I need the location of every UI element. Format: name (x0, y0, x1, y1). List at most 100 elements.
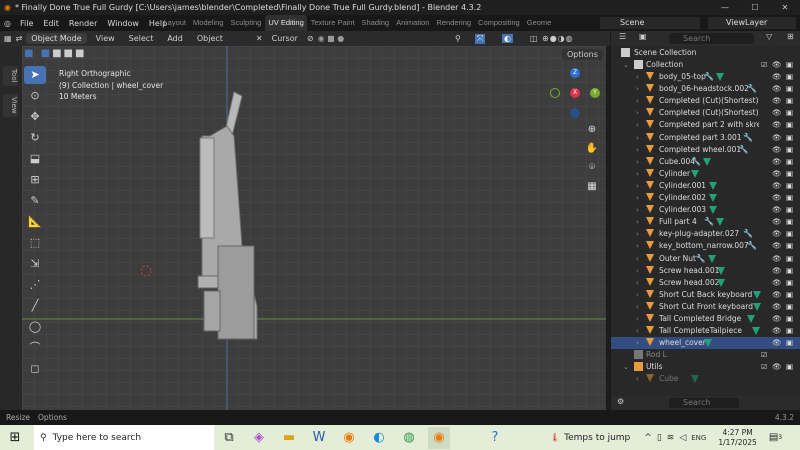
task-view-icon[interactable]: ⧉ (218, 427, 240, 449)
modifier-wrench-icon[interactable]: 🔧 (696, 253, 706, 265)
outliner-collection-rod-l[interactable]: Rod L ☑ (611, 349, 800, 361)
outliner-item[interactable]: › Completed (Cut)(Shortest) Bott 👁 ▣ (611, 95, 800, 107)
outliner-item[interactable]: › Completed (Cut)(Shortest) Bott 👁 ▣ (611, 107, 800, 119)
properties-editor-icon[interactable]: ⚙ (617, 397, 624, 406)
mesh-data-icon[interactable] (708, 194, 717, 202)
menu-object[interactable]: Object (192, 34, 228, 43)
filter-icon[interactable]: ▽ (766, 32, 772, 41)
mesh-data-icon[interactable] (717, 266, 726, 275)
rotate-tool-icon[interactable]: ↻ (24, 129, 46, 147)
modifier-wrench-icon[interactable]: 🔧 (747, 240, 757, 252)
outliner-collection-utils[interactable]: ⌄ Utils ☑ 👁 ▣ (611, 361, 800, 373)
grid-icon[interactable]: ▦ (584, 177, 600, 196)
render-camera-icon[interactable]: ▣ (786, 168, 793, 180)
sidebar-tab-view[interactable]: View (3, 94, 18, 117)
edge-icon[interactable]: ◐ (368, 427, 390, 449)
tab-rendering[interactable]: Rendering (433, 15, 475, 31)
render-camera-icon[interactable]: ▣ (786, 192, 793, 204)
view-layer-selector[interactable]: ViewLayer (708, 17, 796, 29)
editor-type-icon[interactable]: ▦ (4, 34, 12, 43)
transform-icon[interactable]: ⇄ (16, 34, 23, 43)
render-camera-icon[interactable]: ▣ (786, 119, 793, 131)
render-camera-icon[interactable]: ▣ (786, 361, 793, 373)
render-camera-icon[interactable]: ▣ (786, 107, 793, 119)
outliner-item[interactable]: › Cube.004 🔧 👁 ▣ (611, 156, 800, 168)
tab-shading[interactable]: Shading (358, 15, 393, 31)
visibility-eye-icon[interactable]: 👁 (772, 192, 782, 204)
tray-icons[interactable]: ^▯≋◁ (644, 433, 691, 443)
minimize-button[interactable]: — (710, 0, 740, 15)
display-mode-icon[interactable]: ▣ (639, 32, 647, 41)
render-camera-icon[interactable]: ▣ (786, 95, 793, 107)
add-cube-tool-icon[interactable]: ⬚ (24, 234, 46, 252)
proportional-icon[interactable]: ◉ ■ ● (318, 34, 345, 43)
outliner-item[interactable]: › Screw head.002 👁 ▣ (611, 277, 800, 289)
mesh-data-icon[interactable] (707, 254, 716, 263)
chevron-right-icon[interactable]: › (636, 216, 639, 228)
chevron-right-icon[interactable]: › (636, 95, 639, 107)
outliner-item[interactable]: › Short Cut Front keyboard 👁 ▣ (611, 301, 800, 313)
selection-mode-icons[interactable]: ■ ■■■■ (24, 48, 86, 59)
curve-tool-icon[interactable]: ⌒ (24, 339, 46, 357)
move-tool-icon[interactable]: ✥ (24, 108, 46, 126)
gizmo-neg-y[interactable] (550, 88, 560, 98)
modifier-wrench-icon[interactable]: 🔧 (704, 216, 714, 228)
mesh-data-icon[interactable] (708, 181, 717, 190)
exclude-checkbox[interactable]: ☑ (761, 59, 767, 71)
chevron-right-icon[interactable]: › (636, 373, 639, 385)
render-camera-icon[interactable]: ▣ (786, 83, 793, 95)
render-camera-icon[interactable]: ▣ (786, 337, 793, 349)
tab-sculpting[interactable]: Sculpting (227, 15, 265, 31)
measure-tool-icon[interactable]: 📐 (24, 213, 46, 231)
language-indicator[interactable]: ENG (691, 434, 706, 442)
visibility-eye-icon[interactable]: 👁 (772, 253, 782, 265)
visibility-eye-icon[interactable]: 👁 (772, 119, 782, 131)
visibility-icon[interactable]: ⚲ (455, 34, 461, 43)
outliner-item[interactable]: › Tall CompleteTailpiece 👁 ▣ (611, 325, 800, 337)
render-camera-icon[interactable]: ▣ (786, 325, 793, 337)
shading-modes-icon[interactable]: ⊕●◑◍ (542, 34, 574, 43)
visibility-eye-icon[interactable]: 👁 (772, 71, 782, 83)
render-camera-icon[interactable]: ▣ (786, 71, 793, 83)
exclude-checkbox[interactable]: ☑ (761, 349, 767, 361)
visibility-eye-icon[interactable]: 👁 (772, 59, 782, 71)
menu-view[interactable]: View (91, 34, 120, 43)
outliner-item[interactable]: › Full part 4 🔧 👁 ▣ (611, 216, 800, 228)
chevron-right-icon[interactable]: › (636, 168, 639, 180)
visibility-eye-icon[interactable]: 👁 (772, 240, 782, 252)
visibility-eye-icon[interactable]: 👁 (772, 204, 782, 216)
render-camera-icon[interactable]: ▣ (786, 156, 793, 168)
chevron-right-icon[interactable]: › (636, 83, 639, 95)
outliner-item[interactable]: › body_06-headstock.002 🔧 👁 ▣ (611, 83, 800, 95)
pan-hand-icon[interactable]: ✋ (584, 139, 600, 158)
xray-icon[interactable]: ◫ (530, 34, 538, 43)
mesh-data-icon[interactable] (751, 327, 760, 336)
tab-layout[interactable]: Layout (160, 15, 190, 31)
render-camera-icon[interactable]: ▣ (786, 313, 793, 325)
mesh-data-icon[interactable] (703, 157, 712, 166)
visibility-eye-icon[interactable]: 👁 (772, 265, 782, 277)
chevron-right-icon[interactable]: › (636, 71, 639, 83)
visibility-eye-icon[interactable]: 👁 (772, 95, 782, 107)
outliner-item[interactable]: › key-plug-adapter.027 🔧 👁 ▣ (611, 228, 800, 240)
zoom-icon[interactable]: ⊕ (584, 120, 600, 139)
scene-selector[interactable]: Scene (600, 17, 700, 29)
exclude-checkbox[interactable]: ☑ (761, 361, 767, 373)
gizmo-y[interactable]: Y (590, 88, 600, 98)
menu-select[interactable]: Select (124, 34, 159, 43)
clock[interactable]: 4:27 PM 1/17/2025 (718, 428, 756, 448)
mesh-data-icon[interactable] (716, 73, 725, 81)
render-camera-icon[interactable]: ▣ (786, 144, 793, 156)
gizmo-neg-z[interactable] (570, 108, 580, 118)
mode-dropdown[interactable]: Object Mode (26, 33, 87, 44)
help-icon[interactable]: ? (484, 427, 506, 449)
chevron-right-icon[interactable]: › (636, 325, 639, 337)
outliner-editor-icon[interactable]: ☰ (619, 32, 626, 41)
properties-search-input[interactable]: Search (669, 398, 739, 408)
mesh-data-icon[interactable] (691, 169, 700, 178)
chevron-right-icon[interactable]: › (636, 132, 639, 144)
outliner-item[interactable]: › Screw head.001 👁 ▣ (611, 265, 800, 277)
chevron-right-icon[interactable]: › (636, 228, 639, 240)
tab-compositing[interactable]: Compositing (475, 15, 524, 31)
outliner-item[interactable]: › Cylinder 👁 ▣ (611, 168, 800, 180)
